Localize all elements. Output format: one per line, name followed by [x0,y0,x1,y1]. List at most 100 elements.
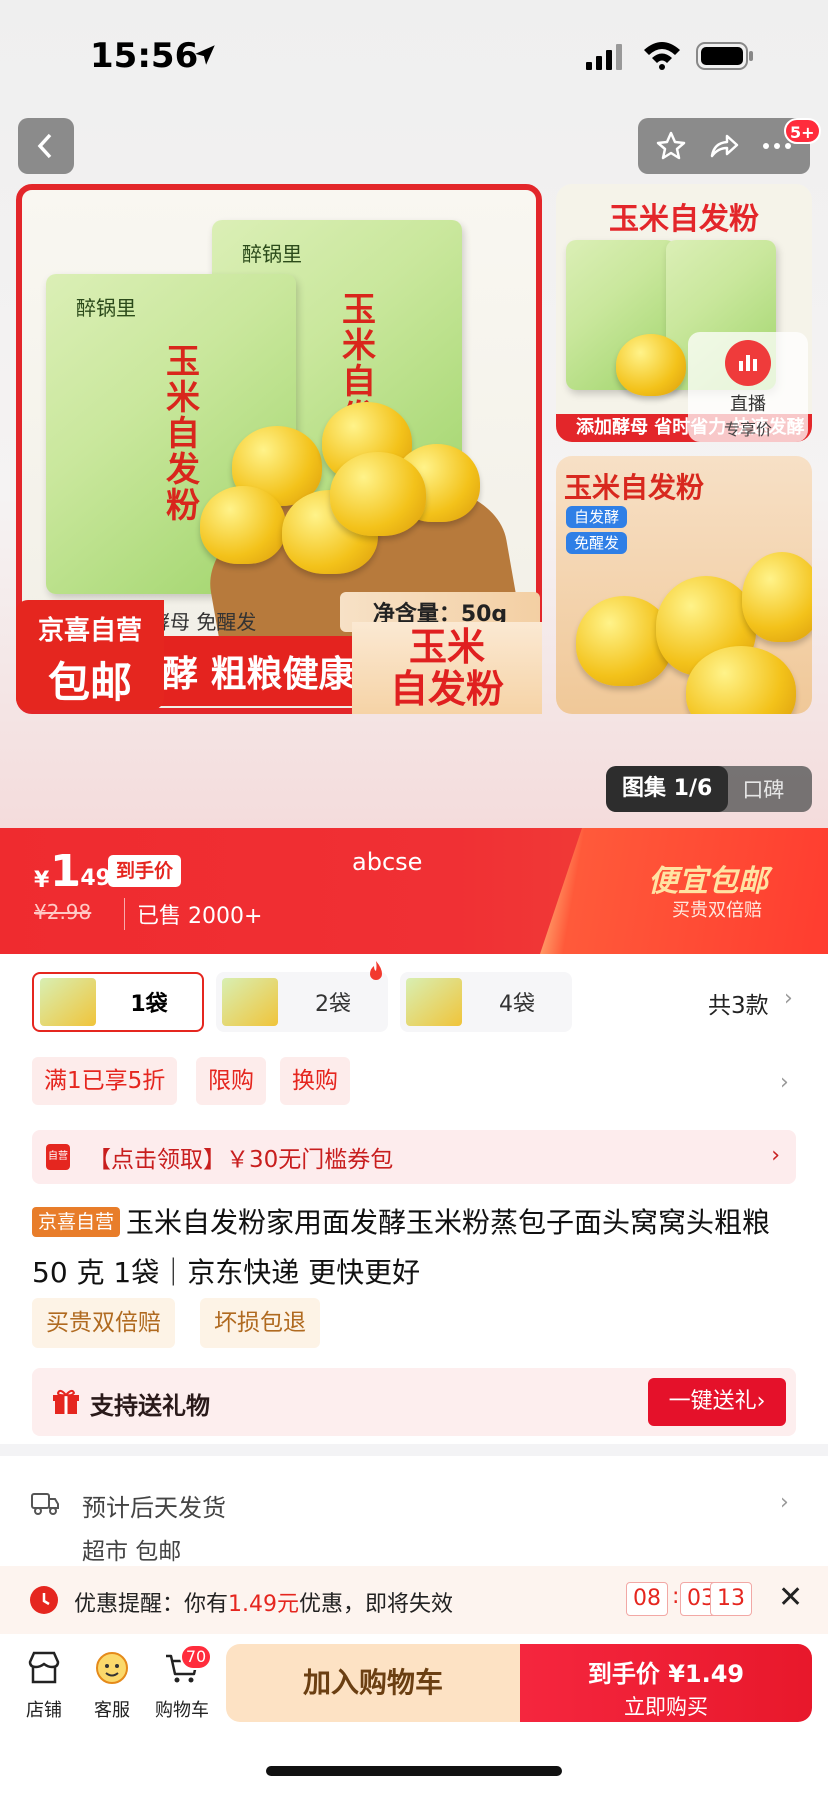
chevron-left-icon [37,133,52,159]
favorite-button[interactable] [651,126,691,166]
sku-option[interactable]: 4袋 [400,972,572,1032]
gallery-toggle: 图集 1/6 口碑 [606,766,812,812]
cart-label: 购物车 [155,1700,209,1721]
timer-colon: : [672,1584,680,1609]
side2-tag: 免醒发 [566,532,628,554]
chevron-right-icon: › [771,1143,780,1168]
yeast-note: 酵母 免醒发 [150,610,257,634]
buy-now-button[interactable]: 到手价 ¥1.49 立即购买 [520,1644,812,1722]
star-icon [656,131,685,160]
service-tag[interactable]: 买贵双倍赔 [32,1298,175,1348]
side1-title: 玉米自发粉 [609,202,759,237]
send-gift-button[interactable]: 一键送礼› [648,1378,786,1426]
sku-label: 2袋 [315,992,351,1017]
customer-service-button[interactable]: 客服 [82,1648,142,1722]
original-price: ¥2.98 [34,900,92,924]
share-button[interactable] [704,126,744,166]
close-icon[interactable]: ✕ [778,1580,803,1615]
wifi-icon [644,42,680,70]
sku-option[interactable]: 1袋 [32,972,204,1032]
store-label: 店铺 [26,1700,62,1721]
home-indicator [266,1766,562,1776]
service-tag[interactable]: 坏损包退 [200,1298,320,1348]
back-button[interactable] [18,118,74,174]
live-sub: 专享价 [723,420,772,439]
promo-tag[interactable]: 换购 [280,1057,350,1105]
sku-thumbnail [40,978,96,1026]
timer-seconds: 13 [710,1582,752,1616]
watermark-text: abcse [352,848,423,876]
live-icon [725,340,771,386]
shipping-tags: 超市 包邮 [82,1539,182,1565]
price-currency: ¥ [34,868,50,893]
jx-badge-freeship: 包邮 [47,658,132,707]
service-label: 客服 [94,1700,130,1721]
price-decimal: .49 [72,866,111,891]
store-button[interactable]: 店铺 [14,1648,74,1722]
status-bar: 15:56 [0,0,828,110]
product-title: 京喜自营 玉米自发粉家用面发酵玉米粉蒸包子面头窝窝头粗粮 50 克 1袋｜京东快递… [32,1198,798,1298]
truck-icon [31,1493,59,1515]
store-icon [28,1651,60,1684]
corn-bun [742,552,812,642]
campaign-title[interactable]: 便宜包邮 [648,856,768,900]
sold-count: 已售 2000+ [124,898,262,930]
sku-option[interactable]: 2袋 [216,972,388,1032]
promo-strip: 酵 粗粮健康 [150,636,380,706]
corn-bun [200,486,286,564]
gift-label: 支持送礼物 [90,1392,210,1420]
jingxi-self-operated-badge: 京喜自营 包邮 [16,600,164,710]
corn-bun [330,452,426,536]
clock-icon [30,1586,58,1614]
sku-thumbnail [222,978,278,1026]
sku-thumbnail [406,978,462,1026]
gift-row: 支持送礼物 一键送礼› [32,1368,796,1436]
sku-total[interactable]: 共3款 [708,986,769,1020]
campaign-subtitle: 买贵双倍赔 [672,900,762,921]
coupon-text: 【点击领取】￥30无门槛券包 [88,1147,394,1173]
promo-product-name: 玉米 自发粉 [352,622,542,714]
cellular-signal-icon [586,44,622,70]
sku-label: 4袋 [499,992,535,1017]
buy-now-price: 到手价 ¥1.49 [587,1660,745,1688]
sku-label: 1袋 [130,992,168,1017]
coupon-icon: 自营 [46,1144,70,1170]
promo-product-name-line2: 自发粉 [389,667,504,711]
gallery-tab[interactable]: 图集 1/6 [606,766,729,812]
bag-brand: 醉锅里 [242,242,302,266]
discount-reminder: 优惠提醒：你有1.49元优惠，即将失效 08 : 03 : 13 ✕ [0,1566,828,1634]
buy-now-label: 立即购买 [624,1695,708,1719]
hot-flame-icon [370,961,382,980]
cart-count-badge: 70 [180,1644,212,1670]
message-badge: 5+ [784,118,821,144]
customer-service-icon [96,1652,128,1684]
final-price-tag: 到手价 [108,855,182,887]
corn-bun [616,334,686,396]
live-label: 直播 [730,394,766,415]
share-icon [710,134,739,158]
status-time: 15:56 [90,36,199,76]
side2-title: 玉米自发粉 [564,471,705,504]
location-arrow-icon [195,45,215,65]
timer-hours: 08 [626,1582,668,1616]
battery-icon [696,42,753,70]
chevron-right-icon: › [780,1070,789,1095]
promo-tag[interactable]: 满1已享5折 [32,1057,178,1105]
reminder-text: 优惠提醒：你有1.49元优惠，即将失效 [74,1586,453,1618]
promo-product-name-line1: 玉米 [408,625,485,669]
promo-tag[interactable]: 限购 [196,1057,266,1105]
chevron-right-icon: › [784,986,793,1011]
more-icon [763,143,792,149]
side-image-2[interactable]: 玉米自发粉 自发酵 免醒发 [556,456,812,714]
product-title-text: 玉米自发粉家用面发酵玉米粉蒸包子面头窝窝头粗粮 50 克 1袋｜京东快递 更快更… [32,1206,771,1289]
reminder-prefix: 优惠提醒：你有 [74,1592,229,1617]
title-badge: 京喜自营 [32,1207,121,1237]
side2-tag: 自发酵 [566,506,628,528]
reviews-tab[interactable]: 口碑 [728,774,784,804]
add-to-cart-button[interactable]: 加入购物车 [226,1644,520,1722]
gift-icon [53,1389,79,1414]
shipping-eta: 预计后天发货 [82,1494,226,1522]
live-stream-button[interactable]: 直播 专享价 [688,332,808,442]
coupon-banner[interactable]: 自营 【点击领取】￥30无门槛券包 › [32,1130,796,1184]
reminder-amount: 1.49元 [228,1592,300,1617]
